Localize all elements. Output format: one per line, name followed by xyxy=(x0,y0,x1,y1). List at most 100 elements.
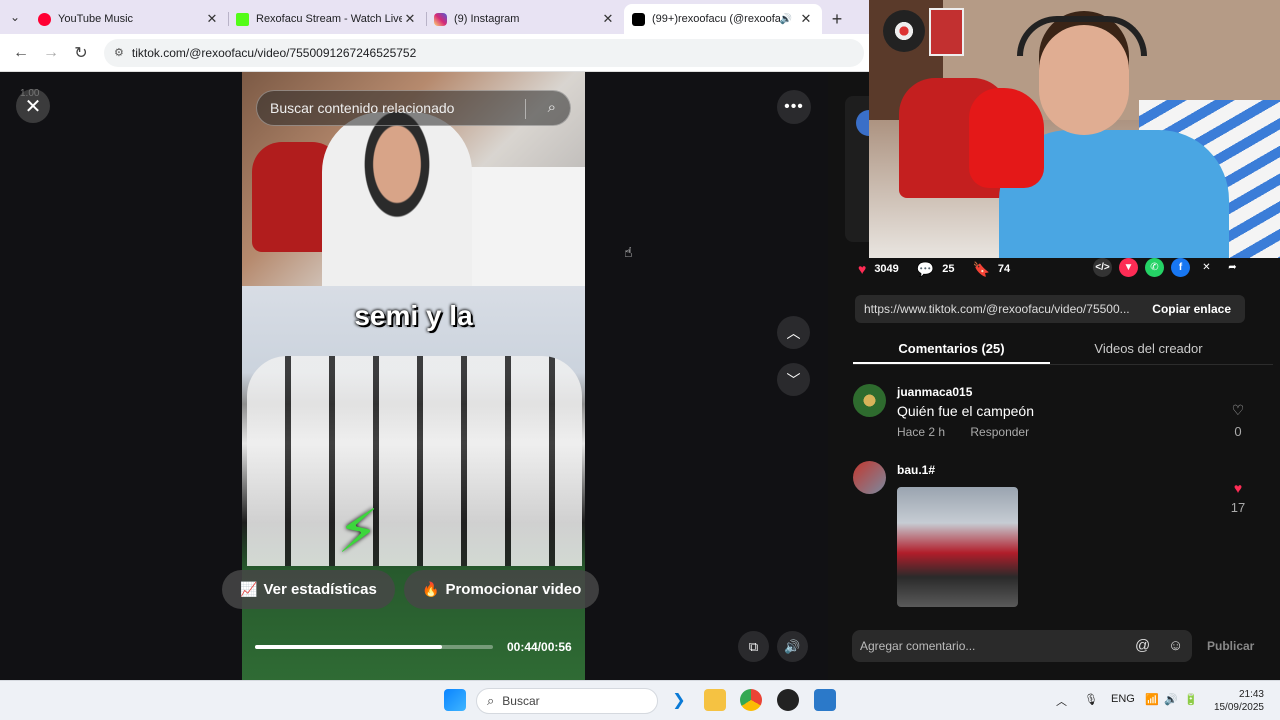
whatsapp-icon[interactable]: ✆ xyxy=(1145,258,1164,277)
heart-icon[interactable]: ♥ xyxy=(1229,480,1247,496)
battery-icon[interactable]: 🔋 xyxy=(1184,693,1198,706)
save-stat[interactable]: 🔖 74 xyxy=(972,261,1010,278)
x-icon[interactable]: ✕ xyxy=(1197,258,1216,277)
comment-time: Hace 2 h xyxy=(897,425,946,439)
picture-in-picture-icon[interactable]: ⧉ xyxy=(738,631,769,662)
video-team-shape xyxy=(247,356,582,566)
avatar[interactable] xyxy=(853,384,886,417)
wifi-icon[interactable]: 📶 xyxy=(1145,693,1159,706)
comment-input[interactable]: Agregar comentario... @ ☺ xyxy=(852,630,1192,662)
obs-icon[interactable] xyxy=(777,689,799,711)
back-button[interactable]: ← xyxy=(6,38,36,68)
tab-tiktok[interactable]: (99+)rexoofacu (@rexoofac 🔊 ✕ xyxy=(624,4,822,34)
share-arrow-icon[interactable]: ➦ xyxy=(1223,258,1242,277)
search-divider xyxy=(525,99,526,119)
tab-title: (99+)rexoofacu (@rexoofac xyxy=(652,13,780,25)
clock-date: 15/09/2025 xyxy=(1213,702,1264,713)
related-search-input[interactable]: Buscar contenido relacionado ⌕ xyxy=(256,90,571,126)
taskbar-search-label: Buscar xyxy=(502,694,540,708)
progress-bar[interactable] xyxy=(255,645,493,649)
close-tab-icon[interactable]: ✕ xyxy=(600,11,616,27)
tab-search-chevron-icon[interactable]: ⌄ xyxy=(0,0,30,34)
close-tab-icon[interactable]: ✕ xyxy=(204,11,220,27)
vscode-icon[interactable]: ❯ xyxy=(668,689,690,711)
comment-like-count: 17 xyxy=(1230,500,1246,515)
reload-button[interactable]: ↻ xyxy=(66,38,96,68)
avatar[interactable] xyxy=(853,461,886,494)
comment-username[interactable]: bau.1# xyxy=(897,463,935,477)
chrome-icon[interactable] xyxy=(740,689,762,711)
copy-link-button[interactable]: Copiar enlace xyxy=(1138,302,1245,316)
webcam-overlay xyxy=(869,0,1280,258)
chevron-up-icon[interactable]: ︿ xyxy=(777,316,810,349)
speaker-icon[interactable]: 🔊 xyxy=(780,14,792,25)
related-search-placeholder: Buscar contenido relacionado xyxy=(270,100,455,116)
flame-icon: 🔥 xyxy=(422,581,440,597)
tab-comments[interactable]: Comentarios (25) xyxy=(853,335,1050,364)
chevron-up-icon[interactable]: ︿ xyxy=(1056,693,1067,709)
address-bar[interactable]: ⚙ tiktok.com/@rexoofacu/video/7550091267… xyxy=(104,38,864,67)
volume-icon[interactable]: 🔊 xyxy=(1164,693,1178,706)
facebook-icon[interactable]: f xyxy=(1171,258,1190,277)
share-link-box: https://www.tiktok.com/@rexoofacu/video/… xyxy=(855,295,1245,323)
taskbar-search[interactable]: ⌕ Buscar xyxy=(476,688,658,714)
reply-button[interactable]: Responder xyxy=(970,425,1029,439)
webcam-headphones xyxy=(1017,16,1147,56)
share-icons: </> ▼ ✆ f ✕ ➦ xyxy=(1093,258,1249,277)
video-caption: semi y la xyxy=(354,300,473,331)
emoji-icon[interactable]: ☺ xyxy=(1168,637,1183,654)
site-info-icon[interactable]: ⚙ xyxy=(114,46,124,59)
progress-fill xyxy=(255,645,443,649)
comment-icon: 💬 xyxy=(916,260,935,277)
tab-instagram[interactable]: (9) Instagram ✕ xyxy=(426,4,624,34)
app-icon[interactable] xyxy=(814,689,836,711)
tab-creator-videos[interactable]: Videos del creador xyxy=(1050,335,1247,364)
kick-icon xyxy=(236,12,249,26)
like-stat[interactable]: ♥ 3049 xyxy=(858,261,899,277)
mouse-cursor-icon: ☝ xyxy=(624,244,633,260)
close-tab-icon[interactable]: ✕ xyxy=(798,11,814,27)
tiktok-icon xyxy=(632,12,645,26)
view-stats-button[interactable]: 📈 Ver estadísticas xyxy=(222,570,395,609)
volume-icon[interactable]: 🔊 xyxy=(777,631,808,662)
video-person-shape xyxy=(322,112,472,286)
more-options-icon[interactable]: ••• xyxy=(777,90,811,124)
browser-toolbar: ← → ↻ ⚙ tiktok.com/@rexoofacu/video/7550… xyxy=(0,34,869,72)
new-tab-button[interactable]: + xyxy=(822,4,852,34)
embed-icon[interactable]: </> xyxy=(1093,258,1112,277)
heart-icon: ♥ xyxy=(858,261,867,277)
windows-taskbar: ⌕ Buscar ❯ ︿ 🎙 ENG 📶 🔊 🔋 21:43 15/09/202… xyxy=(0,680,1280,720)
language-indicator[interactable]: ENG xyxy=(1111,693,1135,705)
close-tab-icon[interactable]: ✕ xyxy=(402,11,418,27)
tab-youtube-music[interactable]: YouTube Music ✕ xyxy=(30,4,228,34)
comment-input-placeholder: Agregar comentario... xyxy=(860,639,976,653)
playback-speed: 1.00 xyxy=(20,88,40,99)
chevron-down-icon[interactable]: ﹀ xyxy=(777,363,810,396)
windows-start-icon[interactable] xyxy=(444,689,466,711)
panel-tabs: Comentarios (25) Videos del creador xyxy=(853,335,1273,365)
share-link-url[interactable]: https://www.tiktok.com/@rexoofacu/video/… xyxy=(864,302,1138,316)
comment-image[interactable] xyxy=(897,487,1018,607)
file-explorer-icon[interactable] xyxy=(704,689,726,711)
browser-tab-bar: ⌄ YouTube Music ✕ Rexofacu Stream - Watc… xyxy=(0,0,869,34)
comment-count: 25 xyxy=(942,263,955,275)
comment-list: juanmaca015 Quién fue el campeón Hace 2 … xyxy=(828,372,1280,612)
system-clock[interactable]: 21:43 15/09/2025 xyxy=(1212,688,1264,714)
promote-video-button[interactable]: 🔥 Promocionar video xyxy=(404,570,600,609)
video-stage: ✕ 1.00 semi y la ⚡ Buscar contenido rela… xyxy=(0,72,828,680)
heart-outline-icon[interactable]: ♡ xyxy=(1229,402,1247,419)
publish-button[interactable]: Publicar xyxy=(1207,639,1254,653)
microphone-icon[interactable]: 🎙 xyxy=(1084,693,1098,706)
webcam-bottle xyxy=(969,88,1044,188)
webcam-dartboard xyxy=(883,10,925,52)
youtube-music-icon xyxy=(38,12,51,26)
comment-username[interactable]: juanmaca015 xyxy=(897,385,972,399)
mention-icon[interactable]: @ xyxy=(1135,637,1150,654)
repost-icon[interactable]: ▼ xyxy=(1119,258,1138,277)
tab-kick-stream[interactable]: Rexofacu Stream - Watch Live o ✕ xyxy=(228,4,426,34)
search-icon[interactable]: ⌕ xyxy=(548,99,556,116)
save-count: 74 xyxy=(997,263,1011,275)
forward-button[interactable]: → xyxy=(36,38,66,68)
comment-stat[interactable]: 💬 25 xyxy=(917,261,955,278)
chart-icon: 📈 xyxy=(240,581,258,597)
